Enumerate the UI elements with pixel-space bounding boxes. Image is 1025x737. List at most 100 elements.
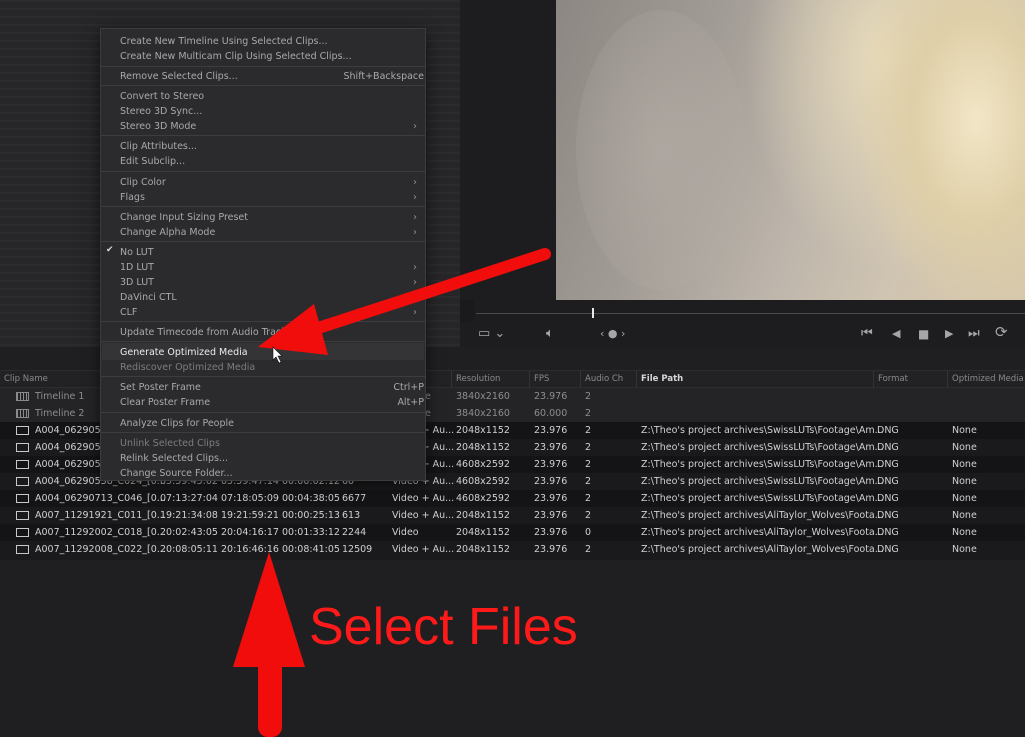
menu-separator [101,321,425,322]
cell-end: 19:21:59:21 [221,510,279,521]
loop-icon[interactable]: ⟳ [995,324,1008,340]
cell-name: Timeline 2 [35,408,85,419]
menu-item-label: Clear Poster Frame [120,397,211,408]
menu-item-clf[interactable]: CLF › [120,305,417,320]
menu-item-unlink-selected-clips[interactable]: Unlink Selected Clips [120,436,417,451]
playhead[interactable] [592,308,594,318]
menu-item-change-source-folder[interactable]: Change Source Folder... [120,466,417,481]
menu-item-clip-color[interactable]: Clip Color › [120,175,417,190]
cell-fmt: DNG [877,493,899,504]
clip-row[interactable]: A007_11291921_C011_[0... 19:21:34:08 19:21… [0,507,1025,524]
cell-path: Z:\Theo's project archives\AliTaylor_Wol… [641,544,884,555]
cell-frames: 6677 [342,493,367,504]
column-header-clip-name[interactable]: Clip Name [0,371,48,388]
source-viewer[interactable] [556,0,1025,300]
timeline-icon [16,392,29,401]
menu-item-3d-lut[interactable]: 3D LUT › [120,275,417,290]
menu-item-rediscover-optimized-media[interactable]: Rediscover Optimized Media [120,360,417,375]
menu-item-create-new-multicam-clip-using-selected-clips[interactable]: Create New Multicam Clip Using Selected … [120,49,417,64]
cell-opt: None [952,527,977,538]
menu-item-label: Change Alpha Mode [120,227,216,238]
cell-path: Z:\Theo's project archives\SwissLUTs\Foo… [641,425,884,436]
menu-separator [101,432,425,433]
cell-name: A004_0629050 [35,425,107,436]
menu-separator [101,66,425,67]
column-header-audio-ch[interactable]: Audio Ch [580,371,623,388]
clip-row[interactable]: A007_11292008_C022_[0... 20:08:05:11 20:16… [0,541,1025,558]
menu-item-stereo-3d-sync[interactable]: Stereo 3D Sync... [120,104,417,119]
menu-item-edit-subclip[interactable]: Edit Subclip... [120,154,417,169]
menu-item-no-lut[interactable]: No LUT [120,245,417,260]
column-header-format[interactable]: Format [873,371,908,388]
clip-context-menu: Create New Timeline Using Selected Clips… [100,28,426,481]
cell-fmt: DNG [877,459,899,470]
menu-item-convert-to-stereo[interactable]: Convert to Stereo [120,89,417,104]
menu-item-change-alpha-mode[interactable]: Change Alpha Mode › [120,225,417,240]
clip-row[interactable]: A007_11292002_C018_[0... 20:02:43:05 20:04… [0,524,1025,541]
cell-fps: 23.976 [534,527,568,538]
cell-video: Video [392,527,419,538]
cell-opt: None [952,544,977,555]
cell-ach: 2 [585,510,592,521]
transport-controls [460,322,1025,347]
cell-end: 20:16:46:16 [221,544,279,555]
cell-frames: 12509 [342,544,373,555]
cell-opt: None [952,510,977,521]
menu-item-update-timecode-from-audio-track[interactable]: Update Timecode from Audio Track [120,325,417,340]
menu-item-label: No LUT [120,247,154,258]
menu-item-label: Update Timecode from Audio Track [120,327,287,338]
cell-dur: 00:00:25:13 [282,510,340,521]
menu-item-1d-lut[interactable]: 1D LUT › [120,260,417,275]
clip-icon [16,528,29,537]
cell-name: A004_0629052 [35,459,107,470]
jump-to-first-frame-icon[interactable]: ⏮ [861,326,873,342]
menu-item-label: Create New Multicam Clip Using Selected … [120,51,352,62]
column-header-optimized-media[interactable]: Optimized Media [947,371,1024,388]
cell-start: 07:13:27:04 [160,493,218,504]
timeline-icon [16,409,29,418]
menu-item-label: Stereo 3D Mode [120,121,197,132]
cell-fps: 23.976 [534,442,568,453]
menu-item-stereo-3d-mode[interactable]: Stereo 3D Mode › [120,119,417,134]
clip-row[interactable]: A004_06290713_C046_[0... 07:13:27:04 07:18… [0,490,1025,507]
cell-res: 2048x1152 [456,510,510,521]
menu-separator [101,135,425,136]
cell-dur: 00:04:38:05 [282,493,340,504]
panel-gap [460,0,556,300]
cell-dur: 00:08:41:05 [282,544,340,555]
menu-item-label: Clip Color [120,177,166,188]
cell-fmt: DNG [877,510,899,521]
clip-navigation[interactable]: ‹ ● › [600,326,625,342]
column-header-file-path[interactable]: File Path [636,371,683,388]
scrubber-track[interactable] [476,313,1025,314]
speaker-icon[interactable]: 🔈︎ [546,326,554,342]
cell-path: Z:\Theo's project archives\AliTaylor_Wol… [641,527,884,538]
scrubber-bar[interactable] [474,300,1025,322]
jump-to-last-frame-icon[interactable]: ⏭ [968,326,980,342]
menu-item-change-input-sizing-preset[interactable]: Change Input Sizing Preset › [120,210,417,225]
chevron-right-icon: › [413,262,417,273]
play-reverse-icon[interactable]: ◀ [892,326,900,342]
menu-item-clear-poster-frame[interactable]: Clear Poster Frame Alt+P [120,395,424,410]
menu-item-analyze-clips-for-people[interactable]: Analyze Clips for People [120,416,417,431]
menu-item-create-new-timeline-using-selected-clips[interactable]: Create New Timeline Using Selected Clips… [120,34,417,49]
menu-item-davinci-ctl[interactable]: DaVinci CTL [120,290,417,305]
viewer-mode-icon[interactable]: ▭ ⌄ [478,326,505,342]
menu-item-generate-optimized-media[interactable]: Generate Optimized Media [120,345,417,360]
menu-item-relink-selected-clips[interactable]: Relink Selected Clips... [120,451,417,466]
play-icon[interactable]: ▶ [945,326,953,342]
cell-fps: 23.976 [534,544,568,555]
menu-item-remove-selected-clips[interactable]: Remove Selected Clips... Shift+Backspace [120,69,424,84]
column-header-resolution[interactable]: Resolution [451,371,500,388]
stop-icon[interactable]: ■ [918,326,929,342]
menu-item-flags[interactable]: Flags › [120,190,417,205]
column-header-fps[interactable]: FPS [529,371,549,388]
menu-item-clip-attributes[interactable]: Clip Attributes... [120,139,417,154]
cell-ach: 2 [585,476,592,487]
clip-icon [16,477,29,486]
menu-item-label: Remove Selected Clips... [120,71,238,82]
cell-fps: 23.976 [534,493,568,504]
menu-item-label: Create New Timeline Using Selected Clips… [120,36,328,47]
menu-item-set-poster-frame[interactable]: Set Poster Frame Ctrl+P [120,380,424,395]
cell-start: 20:02:43:05 [160,527,218,538]
